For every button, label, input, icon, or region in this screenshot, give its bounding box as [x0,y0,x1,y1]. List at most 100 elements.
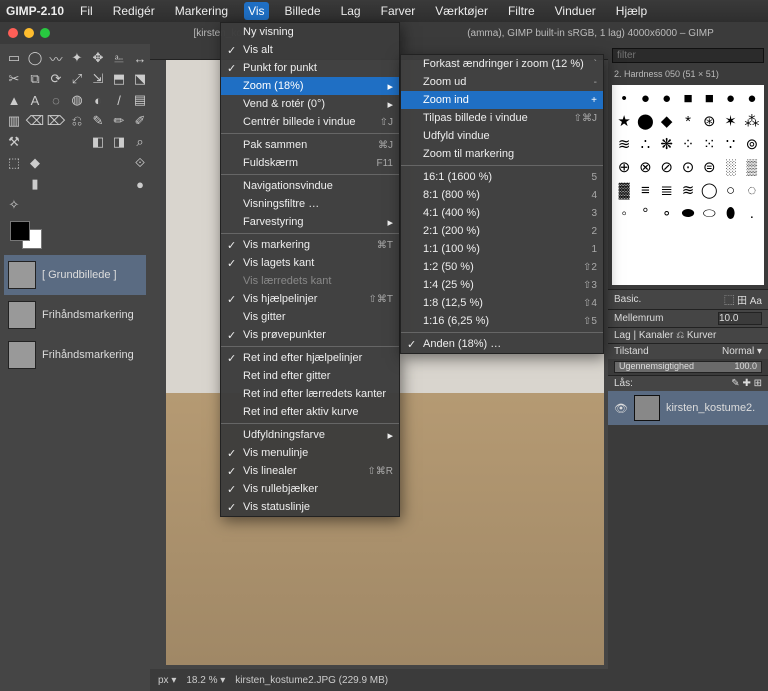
spacing-value[interactable] [718,312,762,325]
menu-item[interactable]: Zoom ind+ [401,91,603,109]
eye-icon[interactable]: 👁 [614,402,628,415]
tool-button[interactable] [25,132,45,152]
brush-item[interactable]: ≣ [657,179,677,201]
brush-item[interactable]: • [614,87,634,109]
tool-button[interactable]: ✦ [67,48,87,68]
history-item[interactable]: [ Grundbillede ] [4,255,146,295]
brush-item[interactable]: ⬮ [720,202,740,224]
tool-button[interactable]: ⎌ [67,111,87,131]
tool-button[interactable]: ⟳ [46,69,66,89]
tool-button[interactable] [109,174,129,194]
brush-item[interactable]: ⊚ [742,133,762,155]
mode-value[interactable]: Normal ▾ [722,346,762,357]
brush-item[interactable]: ■ [678,87,698,109]
brush-item[interactable]: ● [657,87,677,109]
menu-item[interactable]: ✓Vis statuslinje [221,498,399,516]
tool-button[interactable]: ◨ [109,132,129,152]
brush-item[interactable]: ∘ [657,202,677,224]
menu-item[interactable]: FuldskærmF11 [221,154,399,172]
tool-button[interactable]: ↔ [130,48,150,68]
tool-button[interactable]: ◧ [88,132,108,152]
brush-item[interactable]: ○ [720,179,740,201]
brush-item[interactable]: ░ [720,156,740,178]
tool-button[interactable] [67,174,87,194]
tool-button[interactable]: 〰 [46,48,66,68]
menu-item[interactable]: Ny visning [221,23,399,41]
tool-button[interactable]: ⬚ [4,153,24,173]
tool-button[interactable] [4,174,24,194]
menu-item[interactable]: 1:1 (100 %)1 [401,240,603,258]
menu-item[interactable]: Vend & rotér (0°)▸ [221,95,399,113]
brush-item[interactable]: ° [635,202,655,224]
tool-button[interactable]: ⇲ [88,69,108,89]
menu-vis[interactable]: Vis [244,2,268,20]
layers-tab[interactable]: Lag | Kanaler ⎌ Kurver [614,330,716,341]
brush-item[interactable]: ● [720,87,740,109]
brush-item[interactable]: ● [742,87,762,109]
brush-item[interactable]: ⊗ [635,156,655,178]
tool-button[interactable]: ▥ [4,111,24,131]
history-item[interactable]: Frihåndsmarkering [4,295,146,335]
history-item[interactable]: Frihåndsmarkering [4,335,146,375]
menu-item[interactable]: ✓Vis rullebjælker [221,480,399,498]
brush-item[interactable] [699,225,719,247]
brush-item[interactable]: ⬤ [635,110,655,132]
tool-button[interactable]: ◯ [25,48,45,68]
tool-button[interactable]: ⤢ [67,69,87,89]
brush-item[interactable] [635,225,655,247]
brush-item[interactable]: ≋ [678,179,698,201]
brush-item[interactable]: ● [635,87,655,109]
menu-item[interactable]: Pak sammen⌘J [221,136,399,154]
brush-item[interactable]: ▒ [742,156,762,178]
tool-button[interactable] [67,153,87,173]
menu-item[interactable]: ✓Vis linealer⇧⌘R [221,462,399,480]
brush-item[interactable] [678,225,698,247]
brush-item[interactable] [657,225,677,247]
menu-item[interactable]: ✓Punkt for punkt [221,59,399,77]
tool-button[interactable] [88,174,108,194]
tool-button[interactable]: ✂ [4,69,24,89]
menu-item[interactable]: Ret ind efter aktiv kurve [221,403,399,421]
menu-item[interactable]: ✓Vis prøvepunkter [221,326,399,344]
menu-item[interactable]: ✓Ret ind efter hjælpelinjer [221,349,399,367]
menu-item[interactable]: 1:2 (50 %)⇧2 [401,258,603,276]
brush-item[interactable]: * [678,110,698,132]
menu-lag[interactable]: Lag [337,2,365,20]
menu-item[interactable]: Visningsfiltre … [221,195,399,213]
tool-button[interactable]: ⧉ [25,69,45,89]
menu-item[interactable]: 1:8 (12,5 %)⇧4 [401,294,603,312]
brush-item[interactable]: ❋ [657,133,677,155]
brush-filter-input[interactable] [612,48,764,63]
menu-item[interactable]: 2:1 (200 %)2 [401,222,603,240]
menu-farver[interactable]: Farver [377,2,420,20]
menu-item[interactable]: Tilpas billede i vindue⇧⌘J [401,109,603,127]
color-swatch[interactable] [10,221,46,249]
tool-button[interactable]: ▤ [130,90,150,110]
tool-button[interactable] [67,132,87,152]
dock-icons[interactable]: ⬚ 田 Aa [724,292,762,307]
brush-item[interactable]: ■ [699,87,719,109]
menu-vinduer[interactable]: Vinduer [551,2,600,20]
menu-item[interactable]: ✓Vis markering⌘T [221,236,399,254]
tool-button[interactable]: ◆ [25,153,45,173]
brush-item[interactable]: ▓ [614,179,634,201]
tool-button[interactable]: ▭ [4,48,24,68]
menu-item[interactable]: Vis gitter [221,308,399,326]
menu-billede[interactable]: Billede [281,2,325,20]
tool-button[interactable]: ⬔ [130,69,150,89]
brush-item[interactable]: ⊘ [657,156,677,178]
status-unit[interactable]: px ▾ [158,675,176,686]
menu-vaerktoejer[interactable]: Værktøjer [431,2,492,20]
tool-button[interactable]: ⎁ [109,48,129,68]
brush-item[interactable]: ◌ [742,179,762,201]
menu-item[interactable]: Ret ind efter gitter [221,367,399,385]
brush-item[interactable] [720,225,740,247]
tool-button[interactable]: ✎ [88,111,108,131]
preset-label[interactable]: Basic. [614,294,641,305]
tool-button[interactable]: ⬒ [109,69,129,89]
tool-button[interactable]: A [25,90,45,110]
brush-item[interactable]: ◆ [657,110,677,132]
tool-button[interactable]: ▮ [25,174,45,194]
menu-item[interactable]: Udfyld vindue [401,127,603,145]
tool-button[interactable]: ▲ [4,90,24,110]
